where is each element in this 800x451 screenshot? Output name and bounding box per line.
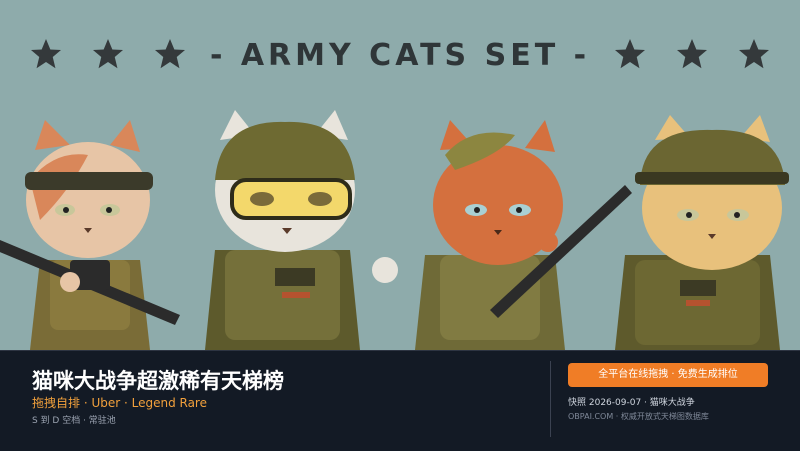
poster-artwork: - ARMY CATS SET - [0,0,800,350]
snapshot-date: 快照 2026-09-07 · 猫咪大战争 [568,398,695,408]
cat-cream-helmet [615,115,789,350]
meta-text: S 到 D 空档 · 常驻池 [32,416,116,426]
cat-calico-rifle [0,120,180,350]
info-bar: 猫咪大战争超激稀有天梯榜 拖拽自排 · Uber · Legend Rare S… [0,350,800,451]
divider [550,361,551,437]
page-title: 猫咪大战争超激稀有天梯榜 [32,369,284,393]
cat-white-goggles [205,110,398,350]
star-icon [615,39,645,69]
cat-orange-beret [415,120,632,350]
tag-line: 拖拽自排 · Uber · Legend Rare [32,396,207,410]
army-cats-illustration [0,110,789,350]
stars-right [612,36,798,76]
create-ranking-button[interactable]: 全平台在线拖拽 · 免费生成排位 [568,363,768,387]
source-link[interactable]: OBPAI.COM · 权威开放式天梯图数据库 [568,411,709,422]
star-icon [677,39,707,69]
star-icon [739,39,769,69]
